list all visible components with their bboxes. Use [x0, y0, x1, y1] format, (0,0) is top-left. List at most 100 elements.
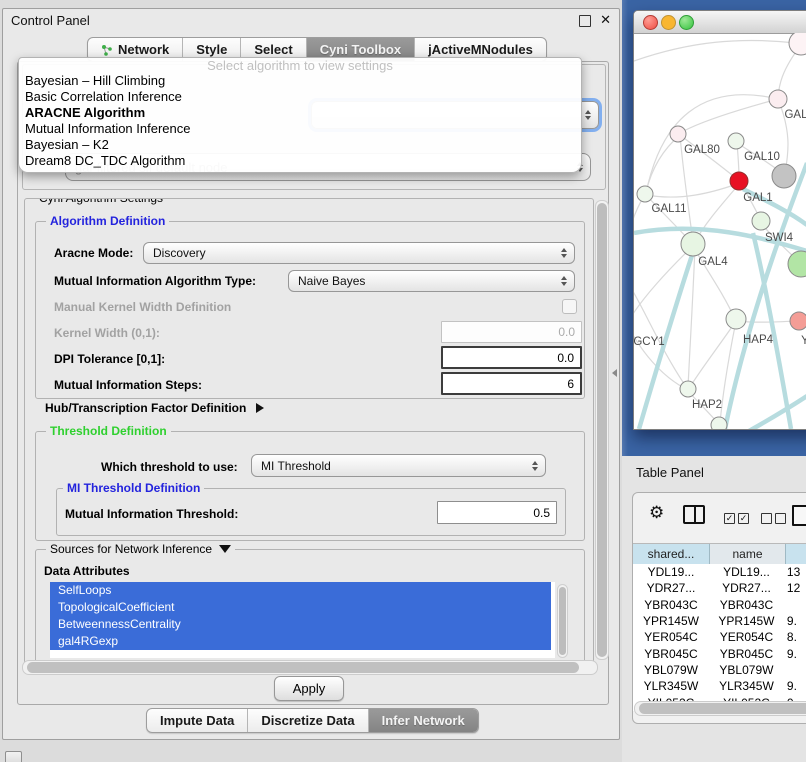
minimize-traffic-light-icon[interactable]	[661, 15, 676, 30]
network-node-gal10[interactable]	[728, 133, 744, 149]
which-threshold-combobox[interactable]: MI Threshold	[251, 454, 546, 477]
node-label: GAL11	[652, 203, 687, 215]
network-node-y[interactable]	[790, 312, 806, 330]
dpi-tolerance-input[interactable]: 0.0	[441, 346, 582, 369]
table-cell: YBL079W	[709, 663, 784, 677]
dropdown-item[interactable]: Dream8 DC_TDC Algorithm	[19, 153, 581, 169]
network-node-gal1[interactable]	[730, 172, 748, 190]
hub-definition-toggle[interactable]: Hub/Transcription Factor Definition	[45, 401, 264, 415]
table-cell: 9.	[784, 679, 806, 693]
table-header: shared...nameA	[633, 543, 806, 565]
mi-threshold-input[interactable]: 0.5	[437, 501, 557, 524]
aracne-mode-combobox[interactable]: Discovery	[143, 242, 575, 264]
node-label: GAL80	[684, 144, 720, 156]
settings-horizontal-scrollbar[interactable]	[22, 660, 598, 675]
kernel-width-label: Kernel Width (0,1):	[54, 326, 160, 340]
network-node[interactable]	[789, 33, 806, 55]
attribute-list-item[interactable]: BetweennessCentrality	[50, 616, 551, 633]
sources-group: Sources for Network Inference Data Attri…	[35, 549, 585, 664]
attribute-list-item[interactable]: SelfLoops	[50, 582, 551, 599]
stepper-arrows-icon	[585, 110, 591, 120]
dropdown-item[interactable]: Bayesian – Hill Climbing	[19, 73, 581, 89]
network-edge	[690, 321, 736, 387]
attributes-scrollbar[interactable]	[557, 584, 568, 658]
network-edge	[749, 396, 806, 429]
stepper-arrows-icon	[532, 461, 538, 471]
kernel-width-input[interactable]: 0.0	[441, 321, 582, 343]
table-cell: YDR27...	[633, 581, 709, 595]
float-panel-icon[interactable]	[579, 15, 591, 27]
network-node-gal[interactable]	[769, 90, 787, 108]
column-header-2[interactable]: name	[710, 544, 786, 564]
dropdown-item[interactable]: Bayesian – K2	[19, 137, 581, 153]
new-table-icon[interactable]	[792, 505, 806, 526]
table-cell: YBR043C	[633, 598, 709, 612]
which-threshold-value: MI Threshold	[261, 459, 331, 473]
table-row[interactable]: YBR043CYBR043C	[633, 597, 806, 613]
table-row[interactable]: YDR27...YDR27...12	[633, 580, 806, 596]
mi-threshold-group-title: MI Threshold Definition	[63, 481, 204, 495]
table-row[interactable]: YLR345WYLR345W9.	[633, 678, 806, 694]
node-label: HAP2	[692, 399, 722, 411]
dropdown-item[interactable]: ARACNE Algorithm	[19, 105, 581, 121]
table-row[interactable]: YBR045CYBR045C9.	[633, 645, 806, 661]
aracne-mode-label: Aracne Mode:	[54, 246, 133, 260]
column-layout-icon[interactable]	[683, 505, 705, 524]
select-all-columns-icon[interactable]: ✓✓	[724, 513, 749, 524]
screen: Control Panel ✕ NetworkStyleSelectCyni T…	[0, 0, 806, 762]
network-node-gal80[interactable]	[670, 126, 686, 142]
column-header-1[interactable]: shared...	[633, 544, 710, 564]
bottom-tab-impute-data[interactable]: Impute Data	[147, 709, 248, 732]
column-header-3[interactable]: A	[786, 544, 806, 564]
attribute-list-item[interactable]: gal4RGexp	[50, 633, 551, 650]
network-edge	[680, 99, 778, 133]
split-pane-collapse-icon[interactable]	[612, 369, 617, 377]
data-attributes-list[interactable]: SelfLoopsTopologicalCoefficientBetweenne…	[50, 582, 555, 658]
network-node-swi4[interactable]	[752, 212, 770, 230]
dropdown-item[interactable]: Mutual Information Inference	[19, 121, 581, 137]
table-row[interactable]: YBL079WYBL079W	[633, 662, 806, 678]
table-row[interactable]: YPR145WYPR145W9.	[633, 613, 806, 629]
table-settings-gear-icon[interactable]: ⚙	[649, 505, 664, 522]
network-graph[interactable]: GALGAL80GAL10GAL1GAL11SWI4GAL4GCY1HAP4YH…	[634, 33, 806, 429]
mi-steps-input[interactable]: 6	[441, 372, 582, 395]
sources-title-row[interactable]: Sources for Network Inference	[46, 542, 235, 556]
table-cell: YLR345W	[633, 679, 709, 693]
table-row[interactable]: YER054CYER054C8.	[633, 629, 806, 645]
table-cell: YPR145W	[633, 614, 709, 628]
zoom-traffic-light-icon[interactable]	[679, 15, 694, 30]
unselect-all-columns-icon[interactable]	[761, 513, 786, 524]
tab-label: Select	[254, 42, 292, 57]
table-horizontal-scrollbar[interactable]	[634, 701, 806, 716]
mi-type-combobox[interactable]: Naive Bayes	[288, 270, 575, 292]
which-threshold-label: Which threshold to use:	[101, 460, 238, 474]
sources-title: Sources for Network Inference	[50, 542, 212, 556]
close-icon[interactable]: ✕	[600, 12, 611, 28]
network-node[interactable]	[711, 417, 727, 429]
manual-kernel-checkbox[interactable]	[562, 299, 577, 314]
network-node[interactable]	[788, 251, 806, 277]
table-cell: 12	[784, 581, 806, 595]
algorithm-definition-title: Algorithm Definition	[46, 214, 169, 228]
node-label: SWI4	[765, 232, 794, 244]
settings-vertical-scrollbar[interactable]	[595, 200, 609, 660]
table-cell: YBR043C	[709, 598, 784, 612]
network-node[interactable]	[772, 164, 796, 188]
bottom-tab-infer-network[interactable]: Infer Network	[369, 709, 478, 732]
bottom-tab-discretize-data[interactable]: Discretize Data	[248, 709, 368, 732]
manual-kernel-label: Manual Kernel Width Definition	[54, 300, 231, 314]
network-node-gal4[interactable]	[681, 232, 705, 256]
node-label: HAP4	[743, 334, 774, 346]
apply-button[interactable]: Apply	[274, 676, 344, 701]
dropdown-item[interactable]: Basic Correlation Inference	[19, 89, 581, 105]
attribute-list-item[interactable]: TopologicalCoefficient	[50, 599, 551, 616]
table-cell: YDR27...	[709, 581, 784, 595]
node-label: GAL1	[743, 192, 772, 204]
close-traffic-light-icon[interactable]	[643, 15, 658, 30]
table-row[interactable]: YDL19...YDL19...13	[633, 564, 806, 580]
network-node-hap2[interactable]	[680, 381, 696, 397]
network-node-gal11[interactable]	[637, 186, 653, 202]
network-view-window: GALGAL80GAL10GAL1GAL11SWI4GAL4GCY1HAP4YH…	[633, 10, 806, 430]
minimized-panel-icon[interactable]	[5, 751, 22, 762]
network-node-hap4[interactable]	[726, 309, 746, 329]
